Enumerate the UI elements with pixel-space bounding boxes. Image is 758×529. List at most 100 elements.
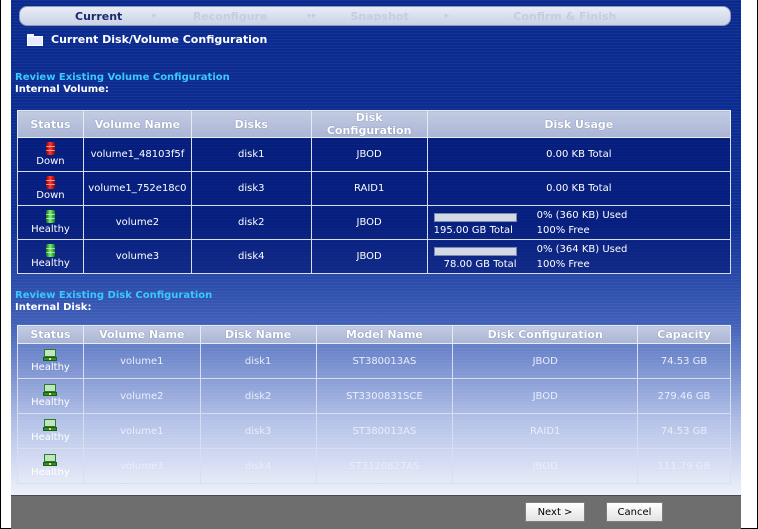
volume-table: Status Volume Name Disks Disk Configurat…	[17, 110, 732, 274]
volume-name: volume3	[82, 448, 201, 484]
status-label: Healthy	[31, 397, 70, 408]
disk-usage: 0.00 KB Total	[426, 171, 732, 206]
usage-total: 195.00 GB Total	[433, 224, 513, 236]
col-disk-name: Disk Name	[199, 325, 317, 344]
table-row: Healthy volume3 disk4 ST3120827AS JBOD 1…	[17, 448, 731, 484]
status-label: Healthy	[31, 362, 70, 373]
capacity: 279.46 GB	[637, 378, 731, 414]
col-disk-usage: Disk Usage	[426, 110, 732, 138]
step-arrow-icon: ▸	[444, 11, 450, 21]
usage-total: 78.00 GB Total	[443, 258, 517, 270]
status-label: Down	[36, 156, 65, 167]
model-name: ST380013AS	[315, 343, 454, 379]
status-cell: Down	[17, 171, 84, 206]
status-cell: Healthy	[17, 239, 84, 274]
col-model-name: Model Name	[315, 325, 454, 344]
content-panel: Current ▸ Reconfigure ▸▸ Snapshot ▸ Conf…	[11, 0, 741, 495]
status-cell: Healthy	[17, 448, 84, 484]
status-cell: Healthy	[17, 343, 84, 379]
volume-section-title: Review Existing Volume Configuration	[15, 72, 230, 83]
step-confirm-finish: Confirm & Finish	[513, 9, 617, 23]
disk-config: JBOD	[452, 378, 639, 414]
step-current: Current	[75, 9, 123, 23]
disk-name: disk1	[199, 343, 317, 379]
usage-progress-bar	[433, 246, 517, 256]
col-disk-configuration: Disk Configuration	[452, 325, 639, 344]
table-row: Down volume1_752e18c0 disk3 RAID1 0.00 K…	[17, 171, 732, 206]
wizard-window: Current ▸ Reconfigure ▸▸ Snapshot ▸ Conf…	[0, 0, 758, 529]
col-capacity: Capacity	[637, 325, 731, 344]
col-status: Status	[17, 110, 84, 138]
disk-config: JBOD	[310, 137, 428, 172]
volume-healthy-icon	[45, 210, 55, 223]
cancel-button[interactable]: Cancel	[606, 502, 663, 522]
model-name: ST3120827AS	[315, 448, 454, 484]
status-label: Healthy	[31, 467, 70, 478]
usage-used: 0% (360 KB) Used	[536, 209, 628, 221]
disk-table: Status Volume Name Disk Name Model Name …	[17, 325, 731, 484]
disk-config: JBOD	[452, 448, 639, 484]
status-label: Down	[36, 190, 65, 201]
volume-name: volume1_752e18c0	[82, 171, 192, 206]
status-label: Healthy	[31, 224, 70, 235]
capacity: 111.79 GB	[637, 448, 731, 484]
table-row: Healthy volume1 disk3 ST380013AS RAID1 7…	[17, 413, 731, 449]
disks: disk2	[190, 205, 312, 240]
disks: disk4	[190, 239, 312, 274]
step-snapshot: Snapshot	[350, 9, 409, 23]
table-row: Down volume1_48103f5f disk1 JBOD 0.00 KB…	[17, 137, 732, 172]
disk-usage: 0.00 KB Total	[426, 137, 732, 172]
next-button[interactable]: Next >	[525, 502, 585, 522]
usage-used: 0% (364 KB) Used	[536, 243, 628, 255]
disks: disk1	[190, 137, 312, 172]
page-heading: Current Disk/Volume Configuration	[27, 33, 267, 46]
status-cell: Healthy	[17, 205, 84, 240]
wizard-steps: Current ▸ Reconfigure ▸▸ Snapshot ▸ Conf…	[19, 6, 731, 26]
status-cell: Healthy	[17, 378, 84, 414]
disk-section-subtitle: Internal Disk:	[15, 302, 92, 313]
disk-table-header: Status Volume Name Disk Name Model Name …	[17, 325, 731, 344]
col-disks: Disks	[190, 110, 312, 138]
disk-name: disk3	[199, 413, 317, 449]
col-status: Status	[17, 325, 84, 344]
disk-config: RAID1	[310, 171, 428, 206]
page-title: Current Disk/Volume Configuration	[51, 33, 268, 46]
usage-progress-bar	[433, 212, 517, 222]
volume-healthy-icon	[45, 244, 55, 257]
volume-down-icon	[45, 176, 55, 189]
model-name: ST380013AS	[315, 413, 454, 449]
disk-healthy-icon	[43, 454, 58, 466]
step-arrow-icon: ▸	[152, 11, 157, 21]
usage-free: 100% Free	[536, 224, 590, 236]
disk-usage: 0% (360 KB) Used 195.00 GB Total 100% Fr…	[426, 205, 732, 240]
disk-healthy-icon	[43, 419, 58, 431]
status-label: Healthy	[31, 258, 70, 269]
table-row: Healthy volume2 disk2 JBOD 0% (360 KB) U…	[17, 205, 732, 240]
folder-icon	[27, 33, 43, 46]
disk-healthy-icon	[43, 349, 58, 361]
table-row: Healthy volume3 disk4 JBOD 0% (364 KB) U…	[17, 239, 732, 274]
status-label: Healthy	[31, 432, 70, 443]
volume-section-subtitle: Internal Volume:	[15, 84, 109, 95]
col-volume-name: Volume Name	[82, 325, 201, 344]
volume-table-header: Status Volume Name Disks Disk Configurat…	[17, 110, 732, 138]
capacity: 74.53 GB	[637, 343, 731, 379]
disk-name: disk2	[199, 378, 317, 414]
table-row: Healthy volume1 disk1 ST380013AS JBOD 74…	[17, 343, 731, 379]
capacity: 74.53 GB	[637, 413, 731, 449]
col-volume-name: Volume Name	[82, 110, 192, 138]
button-bar: Next > Cancel	[11, 495, 741, 529]
disk-config: JBOD	[310, 239, 428, 274]
status-cell: Healthy	[17, 413, 84, 449]
disk-config: RAID1	[452, 413, 639, 449]
volume-name: volume1	[82, 343, 201, 379]
volume-name: volume2	[82, 378, 201, 414]
disk-config: JBOD	[452, 343, 639, 379]
step-reconfigure: Reconfigure	[192, 9, 268, 23]
disk-healthy-icon	[43, 384, 58, 396]
volume-name: volume2	[82, 205, 192, 240]
usage-free: 100% Free	[536, 258, 590, 270]
disk-usage: 0% (364 KB) Used 78.00 GB Total 100% Fre…	[426, 239, 732, 274]
model-name: ST3300831SCE	[315, 378, 454, 414]
table-row: Healthy volume2 disk2 ST3300831SCE JBOD …	[17, 378, 731, 414]
